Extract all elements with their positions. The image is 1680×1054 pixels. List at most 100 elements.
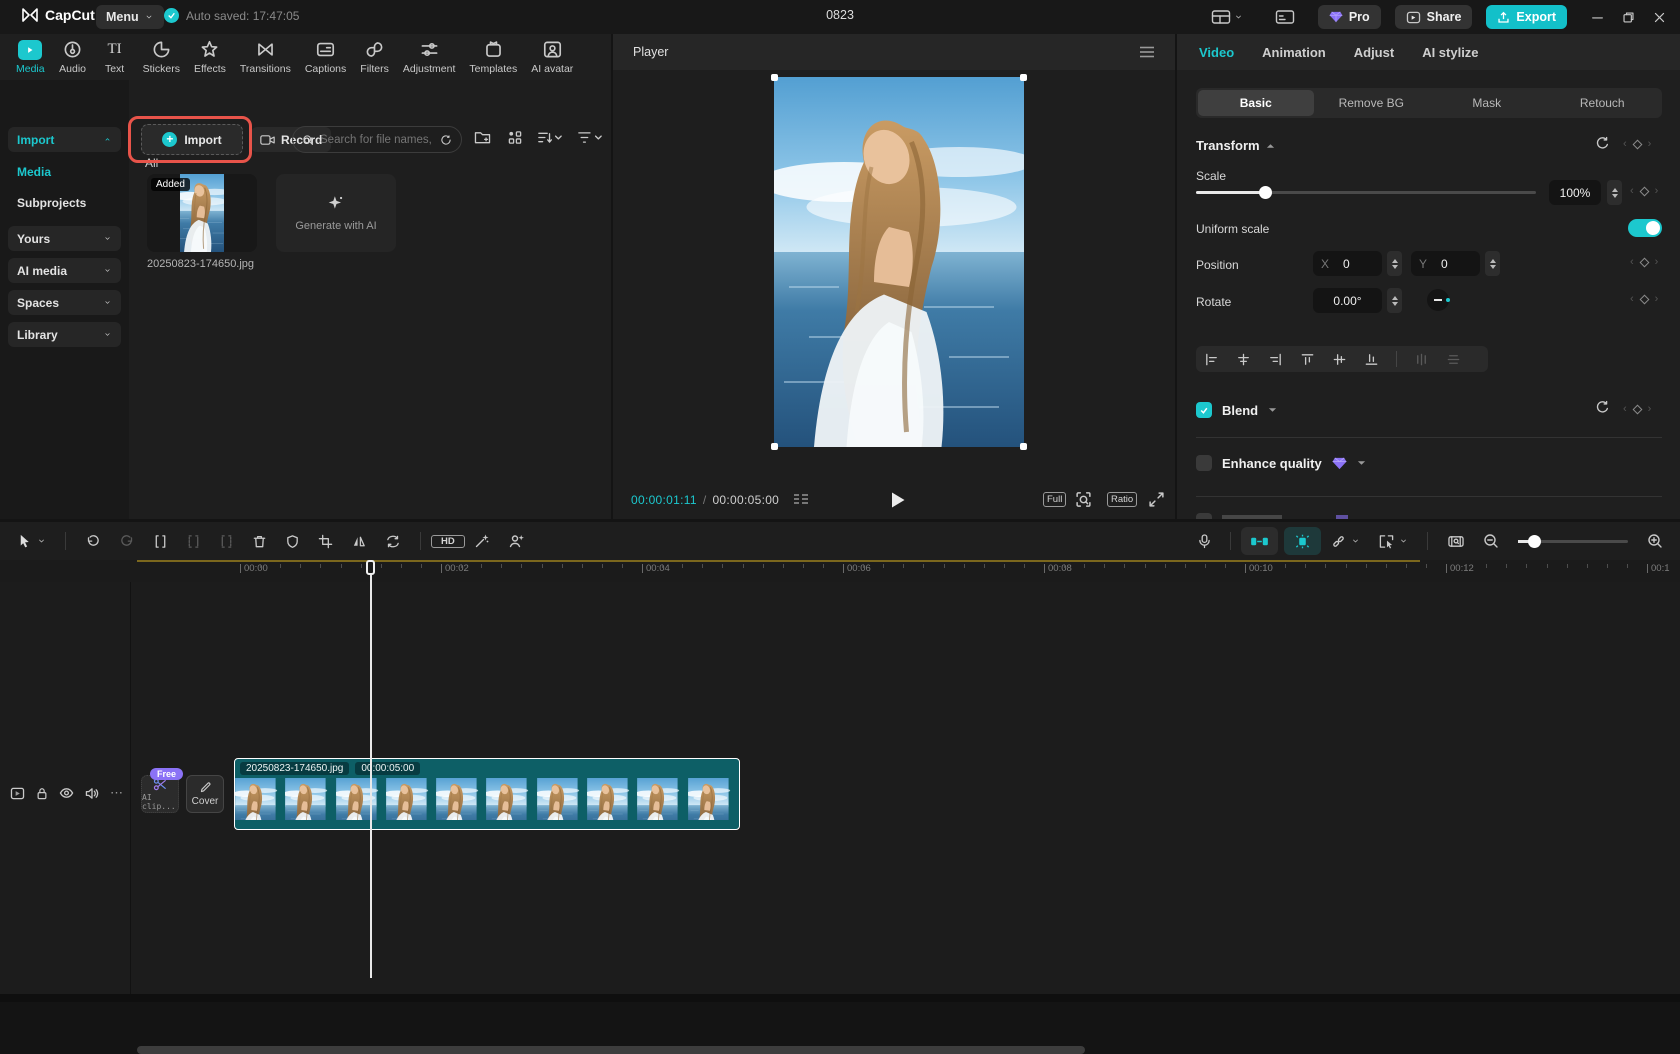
generate-with-ai-card[interactable]: Generate with AI: [276, 174, 396, 252]
scale-stepper[interactable]: [1607, 180, 1622, 205]
ratio-button[interactable]: Ratio: [1107, 492, 1137, 507]
timeline-zoom-slider[interactable]: [1518, 540, 1628, 543]
selection-handle[interactable]: [1020, 74, 1027, 81]
align-bottom-icon[interactable]: [1364, 352, 1379, 367]
sidebar-item-library[interactable]: Library: [8, 322, 121, 347]
blend-keyframe-nav[interactable]: ‹›: [1623, 403, 1651, 415]
track-more-icon[interactable]: ⋯: [110, 785, 124, 801]
timeline-clip[interactable]: 20250823-174650.jpg 00:00:05:00: [234, 758, 740, 830]
tab-stickers[interactable]: Stickers: [137, 38, 186, 77]
auto-attract-toggle[interactable]: [1241, 527, 1278, 555]
blend-reset-icon[interactable]: [1595, 400, 1610, 415]
grid-view-icon[interactable]: [507, 130, 523, 145]
search-input[interactable]: [320, 134, 434, 146]
visibility-eye-icon[interactable]: [59, 787, 74, 799]
video-preview[interactable]: [774, 77, 1024, 447]
import-button[interactable]: + Import: [141, 124, 243, 155]
tab-transitions[interactable]: Transitions: [234, 38, 297, 77]
crop-button[interactable]: [309, 534, 342, 549]
ai-clip-button[interactable]: AI clip...: [141, 775, 179, 813]
all-filter-label[interactable]: All: [145, 156, 158, 170]
distribute-vertical-icon[interactable]: [1446, 352, 1461, 367]
rotate-value[interactable]: 0.00°: [1313, 288, 1382, 313]
align-middle-icon[interactable]: [1332, 352, 1347, 367]
playhead-handle[interactable]: [366, 560, 375, 575]
scale-value[interactable]: 100%: [1549, 180, 1601, 205]
select-tool-button[interactable]: [8, 533, 55, 549]
tab-animation[interactable]: Animation: [1262, 45, 1326, 60]
share-button[interactable]: Share: [1395, 5, 1473, 29]
player-menu-icon[interactable]: [1139, 46, 1155, 58]
tab-video[interactable]: Video: [1199, 45, 1234, 60]
timeline-horizontal-scrollbar[interactable]: [137, 1046, 1085, 1054]
timeline-preview-button[interactable]: [1438, 534, 1474, 549]
ai-character-button[interactable]: [499, 533, 534, 549]
enhance-quality-checkbox[interactable]: [1196, 455, 1212, 471]
sidebar-item-yours[interactable]: Yours: [8, 226, 121, 251]
align-top-icon[interactable]: [1300, 352, 1315, 367]
transform-reset-icon[interactable]: [1595, 136, 1610, 151]
sidebar-item-import[interactable]: Import: [8, 127, 121, 152]
rotate-dial[interactable]: [1427, 289, 1449, 311]
redo-button[interactable]: [110, 534, 144, 549]
align-right-icon[interactable]: [1268, 352, 1283, 367]
maximize-button[interactable]: [1622, 11, 1635, 24]
sidebar-item-media[interactable]: Media: [17, 165, 51, 179]
zoom-out-button[interactable]: [1474, 533, 1508, 549]
transform-section-title[interactable]: Transform: [1196, 138, 1260, 153]
close-button[interactable]: [1653, 11, 1666, 24]
delete-left-button[interactable]: [177, 534, 210, 549]
tab-ai-avatar[interactable]: AI avatar: [525, 38, 579, 77]
search-history-icon[interactable]: [440, 134, 452, 146]
pro-badge[interactable]: Pro: [1318, 5, 1381, 29]
align-center-horizontal-icon[interactable]: [1236, 352, 1251, 367]
hd-button[interactable]: HD: [431, 535, 465, 548]
align-left-icon[interactable]: [1204, 352, 1219, 367]
timeline-ruler[interactable]: 00:0000:0200:0400:0600:0800:1000:1200:1: [0, 560, 1680, 582]
replace-button[interactable]: [376, 534, 410, 549]
delete-right-button[interactable]: [210, 534, 243, 549]
chevron-down-icon[interactable]: [1268, 407, 1277, 413]
position-y-field[interactable]: Y 0: [1411, 251, 1480, 276]
distribute-horizontal-icon[interactable]: [1414, 352, 1429, 367]
link-clips-button[interactable]: [1321, 534, 1369, 549]
full-button[interactable]: Full: [1043, 492, 1066, 507]
filter-icon[interactable]: [577, 130, 603, 145]
panel-layout-button[interactable]: [1266, 9, 1304, 25]
voiceover-mic-button[interactable]: [1189, 533, 1220, 549]
tab-filters[interactable]: Filters: [354, 38, 395, 77]
position-x-field[interactable]: X 0: [1313, 251, 1382, 276]
tab-media[interactable]: Media: [10, 38, 51, 77]
search-box[interactable]: [292, 126, 462, 153]
selection-handle[interactable]: [771, 443, 778, 450]
export-button[interactable]: Export: [1486, 5, 1567, 29]
tab-captions[interactable]: Captions: [299, 38, 352, 77]
layout-toggle-button[interactable]: [1202, 9, 1252, 25]
tab-text[interactable]: TI Text: [95, 38, 135, 77]
uniform-scale-toggle[interactable]: [1628, 219, 1662, 237]
cover-button[interactable]: Cover: [186, 775, 224, 813]
enhance-quality-label[interactable]: Enhance quality: [1222, 456, 1322, 471]
rotate-keyframe-nav[interactable]: ‹›: [1630, 293, 1658, 305]
play-button[interactable]: [890, 491, 906, 509]
tab-ai-stylize[interactable]: AI stylize: [1422, 45, 1478, 60]
position-keyframe-nav[interactable]: ‹›: [1630, 256, 1658, 268]
linked-select-button[interactable]: [1369, 534, 1417, 549]
subtab-remove-bg[interactable]: Remove BG: [1314, 90, 1430, 116]
mirror-button[interactable]: [342, 534, 376, 549]
tab-adjustment[interactable]: Adjustment: [397, 38, 462, 77]
menu-button[interactable]: Menu: [96, 5, 164, 29]
fullscreen-icon[interactable]: [1148, 491, 1165, 508]
split-button[interactable]: [144, 534, 177, 549]
subtab-retouch[interactable]: Retouch: [1545, 90, 1661, 116]
scale-slider-handle[interactable]: [1259, 186, 1272, 199]
subtab-mask[interactable]: Mask: [1429, 90, 1545, 116]
media-item-card[interactable]: Added: [147, 174, 257, 252]
delete-button[interactable]: [243, 534, 276, 549]
sidebar-item-subprojects[interactable]: Subprojects: [17, 196, 86, 210]
playhead[interactable]: [370, 560, 372, 978]
scale-keyframe-nav[interactable]: ‹›: [1630, 185, 1658, 197]
zoom-in-button[interactable]: [1638, 533, 1672, 549]
magic-enhance-button[interactable]: [465, 533, 499, 549]
mark-button[interactable]: [276, 534, 309, 549]
